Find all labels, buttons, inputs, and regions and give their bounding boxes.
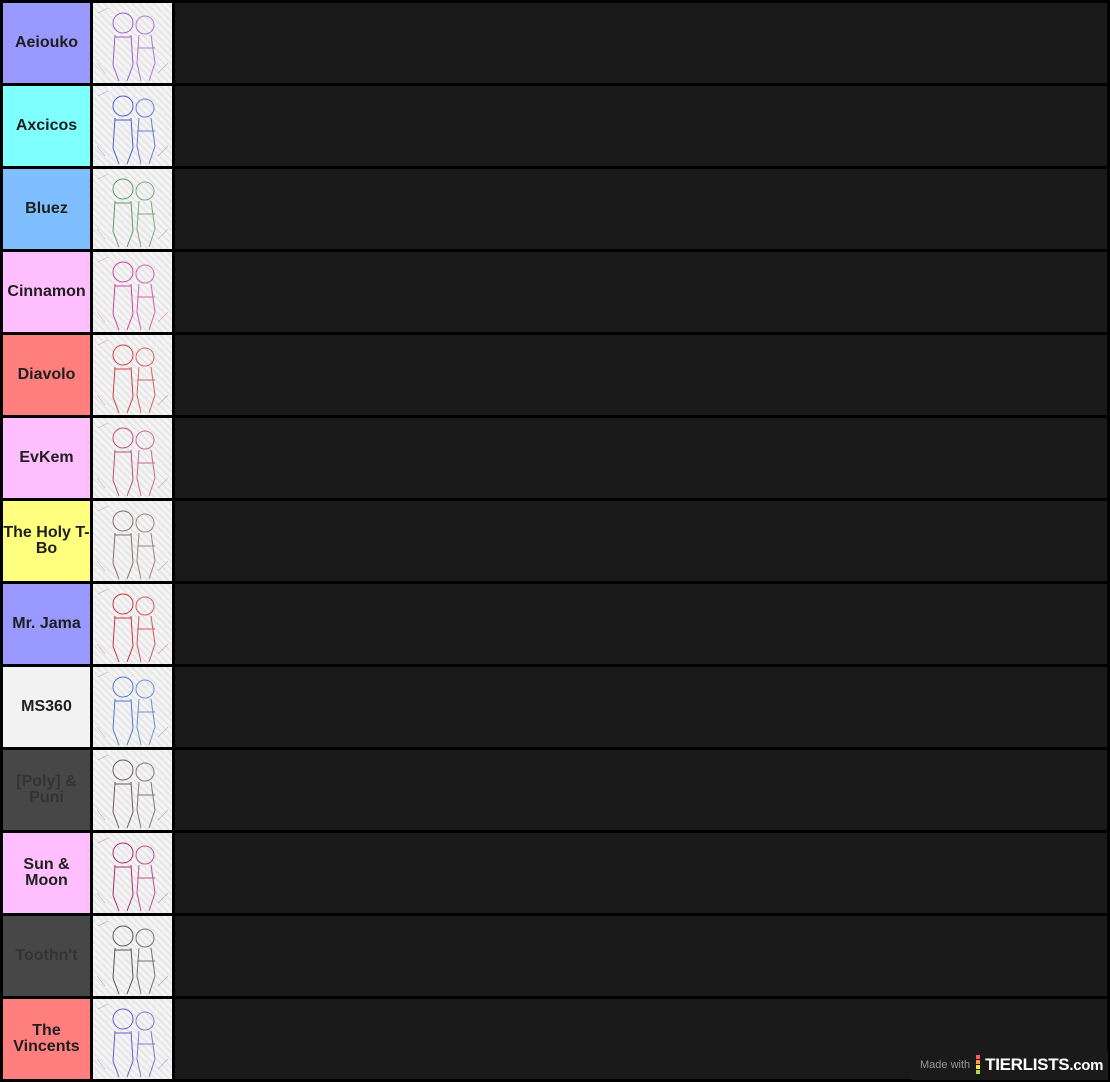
brand-text: TIERLISTS.com <box>985 1055 1103 1075</box>
tier-drop-zone[interactable] <box>175 833 1107 913</box>
tier-row: Cinnamon <box>3 252 1107 332</box>
tier-row: Bluez <box>3 169 1107 249</box>
tier-row: Axcicos <box>3 86 1107 166</box>
watermark: Made with TIERLISTS.com <box>911 1050 1108 1080</box>
tier-item-image[interactable] <box>93 916 172 996</box>
tier-row: MS360 <box>3 667 1107 747</box>
logo-bar-segment <box>976 1070 981 1074</box>
tier-row: Mr. Jama <box>3 584 1107 664</box>
tier-item-image[interactable] <box>93 584 172 664</box>
logo-bar-segment <box>976 1065 981 1069</box>
tier-label[interactable]: MS360 <box>3 667 90 747</box>
logo-bar-segment <box>976 1060 981 1064</box>
character-sketch-red-icon <box>96 339 169 414</box>
tier-drop-zone[interactable] <box>175 501 1107 581</box>
tier-row: Sun & Moon <box>3 833 1107 913</box>
character-sketch-crimson-icon <box>96 588 169 663</box>
tier-row: [Poly] & Puni <box>3 750 1107 830</box>
tier-label[interactable]: Bluez <box>3 169 90 249</box>
tier-label[interactable]: The Holy T-Bo <box>3 501 90 581</box>
tier-drop-zone[interactable] <box>175 418 1107 498</box>
tier-item-image[interactable] <box>93 169 172 249</box>
tier-item-image[interactable] <box>93 252 172 332</box>
tier-item-image[interactable] <box>93 667 172 747</box>
character-sketch-lightblue-icon <box>96 671 169 746</box>
tier-drop-zone[interactable] <box>175 335 1107 415</box>
tier-item-image[interactable] <box>93 86 172 166</box>
tier-label[interactable]: [Poly] & Puni <box>3 750 90 830</box>
tier-drop-zone[interactable] <box>175 916 1107 996</box>
tier-item-image[interactable] <box>93 418 172 498</box>
character-sketch-rose-icon <box>96 422 169 497</box>
tierlists-logo-icon <box>976 1055 981 1075</box>
tier-row: Toothn't <box>3 916 1107 996</box>
tier-label[interactable]: The Vincents <box>3 999 90 1079</box>
tier-row: Aeiouko <box>3 3 1107 83</box>
made-with-text: Made with <box>920 1059 971 1071</box>
tier-row: The Holy T-Bo <box>3 501 1107 581</box>
tier-row: Diavolo <box>3 335 1107 415</box>
character-sketch-brown-icon <box>96 505 169 580</box>
tier-item-image[interactable] <box>93 335 172 415</box>
brand-suffix: .com <box>1069 1057 1104 1074</box>
character-sketch-violet-icon <box>96 1003 169 1078</box>
tier-label[interactable]: Mr. Jama <box>3 584 90 664</box>
tier-label[interactable]: Toothn't <box>3 916 90 996</box>
tier-drop-zone[interactable] <box>175 750 1107 830</box>
tier-label[interactable]: Diavolo <box>3 335 90 415</box>
character-sketch-grey-icon <box>96 754 169 829</box>
tier-drop-zone[interactable] <box>175 667 1107 747</box>
tier-label[interactable]: Sun & Moon <box>3 833 90 913</box>
tier-row: EvKem <box>3 418 1107 498</box>
character-sketch-blue-icon <box>96 90 169 165</box>
tier-label[interactable]: EvKem <box>3 418 90 498</box>
tier-item-image[interactable] <box>93 833 172 913</box>
character-sketch-black-icon <box>96 920 169 995</box>
logo-bar-segment <box>976 1055 981 1059</box>
character-sketch-green-icon <box>96 173 169 248</box>
tier-drop-zone[interactable] <box>175 3 1107 83</box>
character-sketch-pink-icon <box>96 837 169 912</box>
character-sketch-magenta-icon <box>96 256 169 331</box>
tier-item-image[interactable] <box>93 3 172 83</box>
tier-label[interactable]: Axcicos <box>3 86 90 166</box>
tier-label[interactable]: Cinnamon <box>3 252 90 332</box>
tier-drop-zone[interactable] <box>175 584 1107 664</box>
tier-item-image[interactable] <box>93 999 172 1079</box>
brand-name: TIERLISTS <box>985 1055 1070 1074</box>
tier-drop-zone[interactable] <box>175 169 1107 249</box>
tier-item-image[interactable] <box>93 501 172 581</box>
tier-item-image[interactable] <box>93 750 172 830</box>
tier-drop-zone[interactable] <box>175 252 1107 332</box>
character-sketch-purple-icon <box>96 7 169 82</box>
tier-drop-zone[interactable] <box>175 86 1107 166</box>
tier-label[interactable]: Aeiouko <box>3 3 90 83</box>
